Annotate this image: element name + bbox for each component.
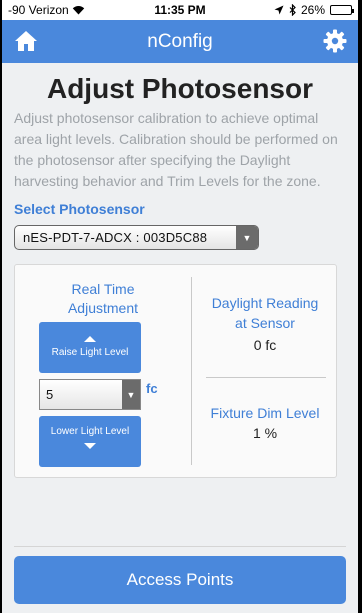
daylight-reading-value: 0 fc <box>253 337 277 353</box>
real-time-label-line1: Real Time <box>71 281 135 297</box>
chevron-down-icon[interactable]: ▼ <box>122 380 140 409</box>
battery-icon <box>330 5 354 15</box>
carrier-info: -90 Verizon <box>8 3 85 17</box>
unit-label: fc <box>146 381 158 396</box>
access-points-button[interactable]: Access Points <box>14 556 346 604</box>
gear-icon[interactable] <box>323 29 347 53</box>
wifi-icon <box>72 6 84 15</box>
bluetooth-icon <box>289 4 296 16</box>
horizontal-divider <box>206 377 326 378</box>
home-icon[interactable] <box>14 30 38 52</box>
lower-light-level-label: Lower Light Level <box>50 426 130 437</box>
real-time-adjustment-label: Real Time Adjustment <box>15 280 191 318</box>
nav-bar: nConfig <box>2 20 358 63</box>
carrier-text: -90 Verizon <box>8 3 69 17</box>
daylight-label-line2: at Sensor <box>235 315 295 331</box>
arrow-down-icon <box>84 443 96 449</box>
status-right: 26% <box>274 3 354 17</box>
chevron-down-icon[interactable]: ▼ <box>236 226 258 249</box>
phone-screen: -90 Verizon 11:35 PM 26% nConfig Adjust … <box>2 0 358 613</box>
real-time-label-line2: Adjustment <box>67 300 139 316</box>
level-select-value[interactable]: 5 <box>40 387 122 402</box>
footer-divider <box>14 546 346 547</box>
select-photosensor-label: Select Photosensor <box>14 201 145 217</box>
app-title: nConfig <box>147 30 213 52</box>
calibration-panel: Real Time Adjustment Raise Light Level 5… <box>14 264 337 478</box>
fixture-dim-level-value: 1 % <box>252 425 278 441</box>
location-arrow-icon <box>274 5 284 15</box>
photosensor-select-value[interactable]: nES-PDT-7-ADCX : 003D5C88 <box>15 230 236 245</box>
daylight-reading-label: Daylight Reading at Sensor <box>192 293 338 333</box>
raise-light-level-label: Raise Light Level <box>51 347 129 358</box>
status-bar: -90 Verizon 11:35 PM 26% <box>2 0 358 20</box>
page-title: Adjust Photosensor <box>46 73 313 104</box>
raise-light-level-button[interactable]: Raise Light Level <box>39 322 141 373</box>
lower-light-level-button[interactable]: Lower Light Level <box>39 416 141 467</box>
fixture-dim-level-label: Fixture Dim Level <box>210 405 320 421</box>
arrow-up-icon <box>84 336 96 342</box>
battery-percent: 26% <box>300 3 325 17</box>
main-content: Adjust Photosensor Adjust photosensor ca… <box>2 73 358 478</box>
level-select[interactable]: 5 ▼ <box>39 379 141 410</box>
photosensor-select[interactable]: nES-PDT-7-ADCX : 003D5C88 ▼ <box>14 225 259 250</box>
page-description: Adjust photosensor calibration to achiev… <box>14 110 338 189</box>
daylight-label-line1: Daylight Reading <box>211 295 319 311</box>
